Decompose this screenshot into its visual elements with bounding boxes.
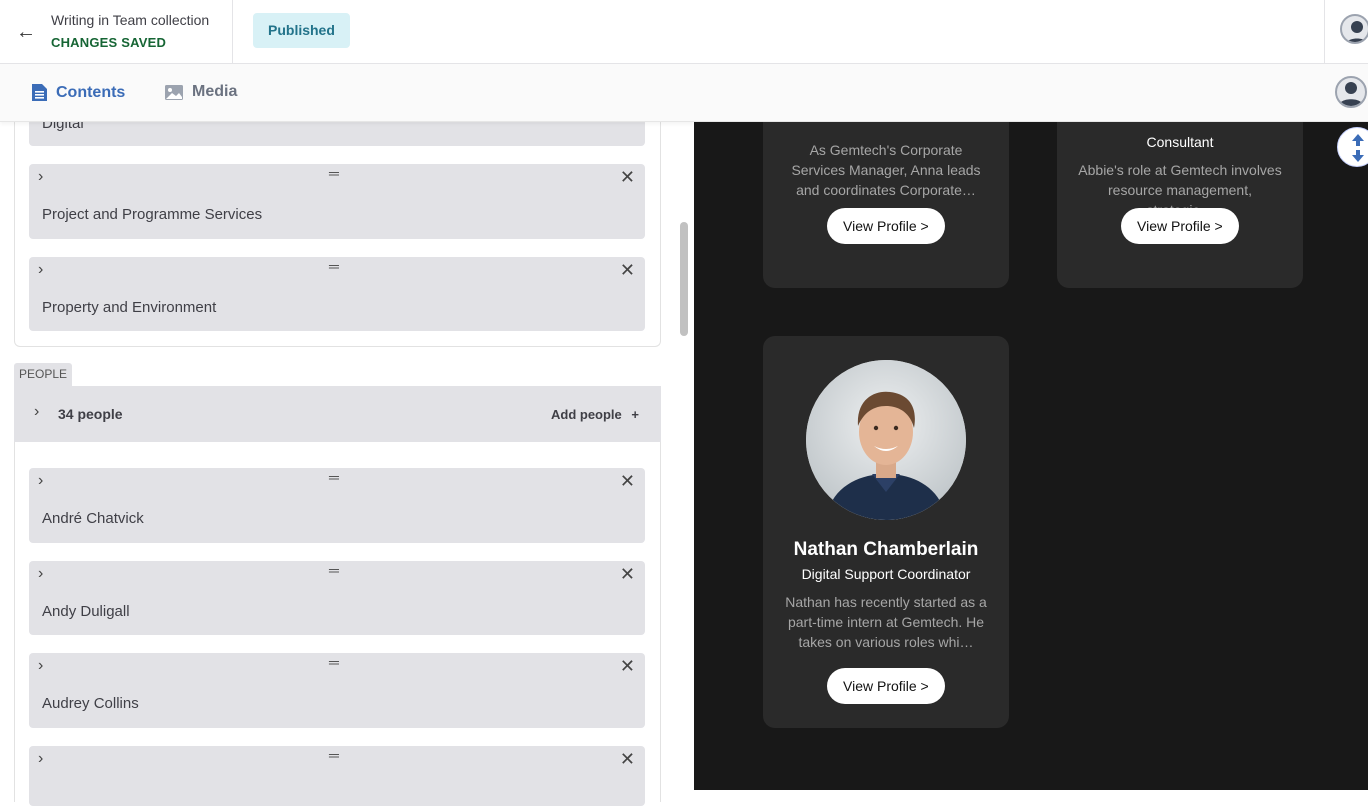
preview-user-avatar[interactable] bbox=[1335, 76, 1367, 108]
add-people-button[interactable]: Add people + bbox=[551, 407, 639, 422]
chevron-right-icon[interactable]: › bbox=[38, 168, 43, 186]
close-icon[interactable]: ✕ bbox=[620, 656, 635, 677]
user-avatar[interactable] bbox=[1340, 14, 1368, 44]
tab-media-label: Media bbox=[192, 83, 238, 100]
profile-description: Nathan has recently started as a part-ti… bbox=[785, 594, 987, 650]
drag-handle-icon[interactable]: ═ bbox=[329, 654, 339, 670]
title-block: Writing in Team collection CHANGES SAVED bbox=[51, 12, 209, 50]
profile-name: Nathan Chamberlain bbox=[793, 539, 979, 560]
profile-role: Digital Support Coordinator bbox=[801, 566, 971, 582]
close-icon[interactable]: ✕ bbox=[620, 564, 635, 585]
chevron-right-icon[interactable]: › bbox=[38, 750, 43, 768]
close-icon[interactable]: ✕ bbox=[620, 260, 635, 281]
list-item[interactable]: › ═ ✕ bbox=[29, 746, 645, 806]
drag-handle-icon[interactable]: ═ bbox=[329, 469, 339, 485]
chevron-right-icon[interactable]: › bbox=[38, 565, 43, 583]
editor-tabs: Contents Media bbox=[0, 64, 694, 122]
publish-status-badge[interactable]: Published bbox=[253, 13, 350, 48]
close-icon[interactable]: ✕ bbox=[620, 167, 635, 188]
editor-scrollbar[interactable] bbox=[680, 222, 688, 336]
tab-media[interactable]: Media bbox=[164, 83, 237, 101]
people-section-tag: PEOPLE bbox=[14, 363, 73, 386]
header-divider bbox=[232, 0, 233, 64]
view-profile-button[interactable]: View Profile > bbox=[1121, 208, 1239, 244]
header-divider-right bbox=[1324, 0, 1325, 64]
person-name: André Chatvick bbox=[42, 510, 144, 527]
user-avatar-icon bbox=[1339, 82, 1363, 106]
drag-handle-icon[interactable]: ═ bbox=[329, 258, 339, 274]
resize-handle-button[interactable] bbox=[1337, 127, 1368, 167]
close-icon[interactable]: ✕ bbox=[620, 471, 635, 492]
list-item[interactable]: › ═ ✕ Audrey Collins bbox=[29, 653, 645, 728]
image-icon bbox=[165, 84, 183, 100]
chevron-right-icon[interactable]: › bbox=[34, 403, 39, 421]
person-name: Andy Duligall bbox=[42, 603, 130, 620]
expand-vertical-icon bbox=[1352, 134, 1364, 162]
site-preview: As Gemtech's Corporate Services Manager,… bbox=[694, 64, 1368, 790]
drag-handle-icon[interactable]: ═ bbox=[329, 165, 339, 181]
editor-topbar: ← Writing in Team collection CHANGES SAV… bbox=[0, 0, 1368, 64]
list-item[interactable]: › ═ ✕ Property and Environment bbox=[29, 257, 645, 331]
chevron-right-icon[interactable]: › bbox=[38, 472, 43, 490]
close-icon[interactable]: ✕ bbox=[620, 749, 635, 770]
drag-handle-icon[interactable]: ═ bbox=[329, 747, 339, 763]
list-item[interactable]: › ═ ✕ Andy Duligall bbox=[29, 561, 645, 635]
user-avatar-icon bbox=[1346, 21, 1368, 42]
people-header: › 34 people Add people + bbox=[14, 386, 661, 442]
plus-icon: + bbox=[631, 407, 639, 422]
profile-photo bbox=[806, 360, 966, 520]
back-arrow-icon[interactable]: ← bbox=[14, 20, 38, 44]
item-label: Property and Environment bbox=[42, 299, 217, 316]
view-profile-button[interactable]: View Profile > bbox=[827, 208, 945, 244]
list-item[interactable]: › ═ ✕ André Chatvick bbox=[29, 468, 645, 543]
tab-contents-label: Contents bbox=[56, 83, 126, 101]
profile-description: As Gemtech's Corporate Services Manager,… bbox=[791, 142, 981, 198]
drag-handle-icon[interactable]: ═ bbox=[329, 562, 339, 578]
collection-title: Writing in Team collection bbox=[51, 12, 210, 28]
profile-card: Nathan Chamberlain Digital Support Coord… bbox=[763, 336, 1009, 728]
chevron-right-icon[interactable]: › bbox=[38, 657, 43, 675]
person-name: Audrey Collins bbox=[42, 695, 139, 712]
add-people-label: Add people bbox=[551, 407, 622, 422]
profile-role: Consultant bbox=[1146, 134, 1214, 150]
chevron-right-icon[interactable]: › bbox=[38, 261, 43, 279]
view-profile-button[interactable]: View Profile > bbox=[827, 668, 945, 704]
people-count: 34 people bbox=[58, 406, 123, 422]
preview-topbar bbox=[694, 64, 1368, 122]
list-item[interactable]: › ═ ✕ Project and Programme Services bbox=[29, 164, 645, 239]
item-label: Project and Programme Services bbox=[42, 206, 263, 223]
save-status: CHANGES SAVED bbox=[51, 35, 167, 50]
tab-contents[interactable]: Contents bbox=[31, 83, 125, 102]
document-icon bbox=[32, 84, 47, 101]
profile-photo-image bbox=[806, 360, 966, 520]
